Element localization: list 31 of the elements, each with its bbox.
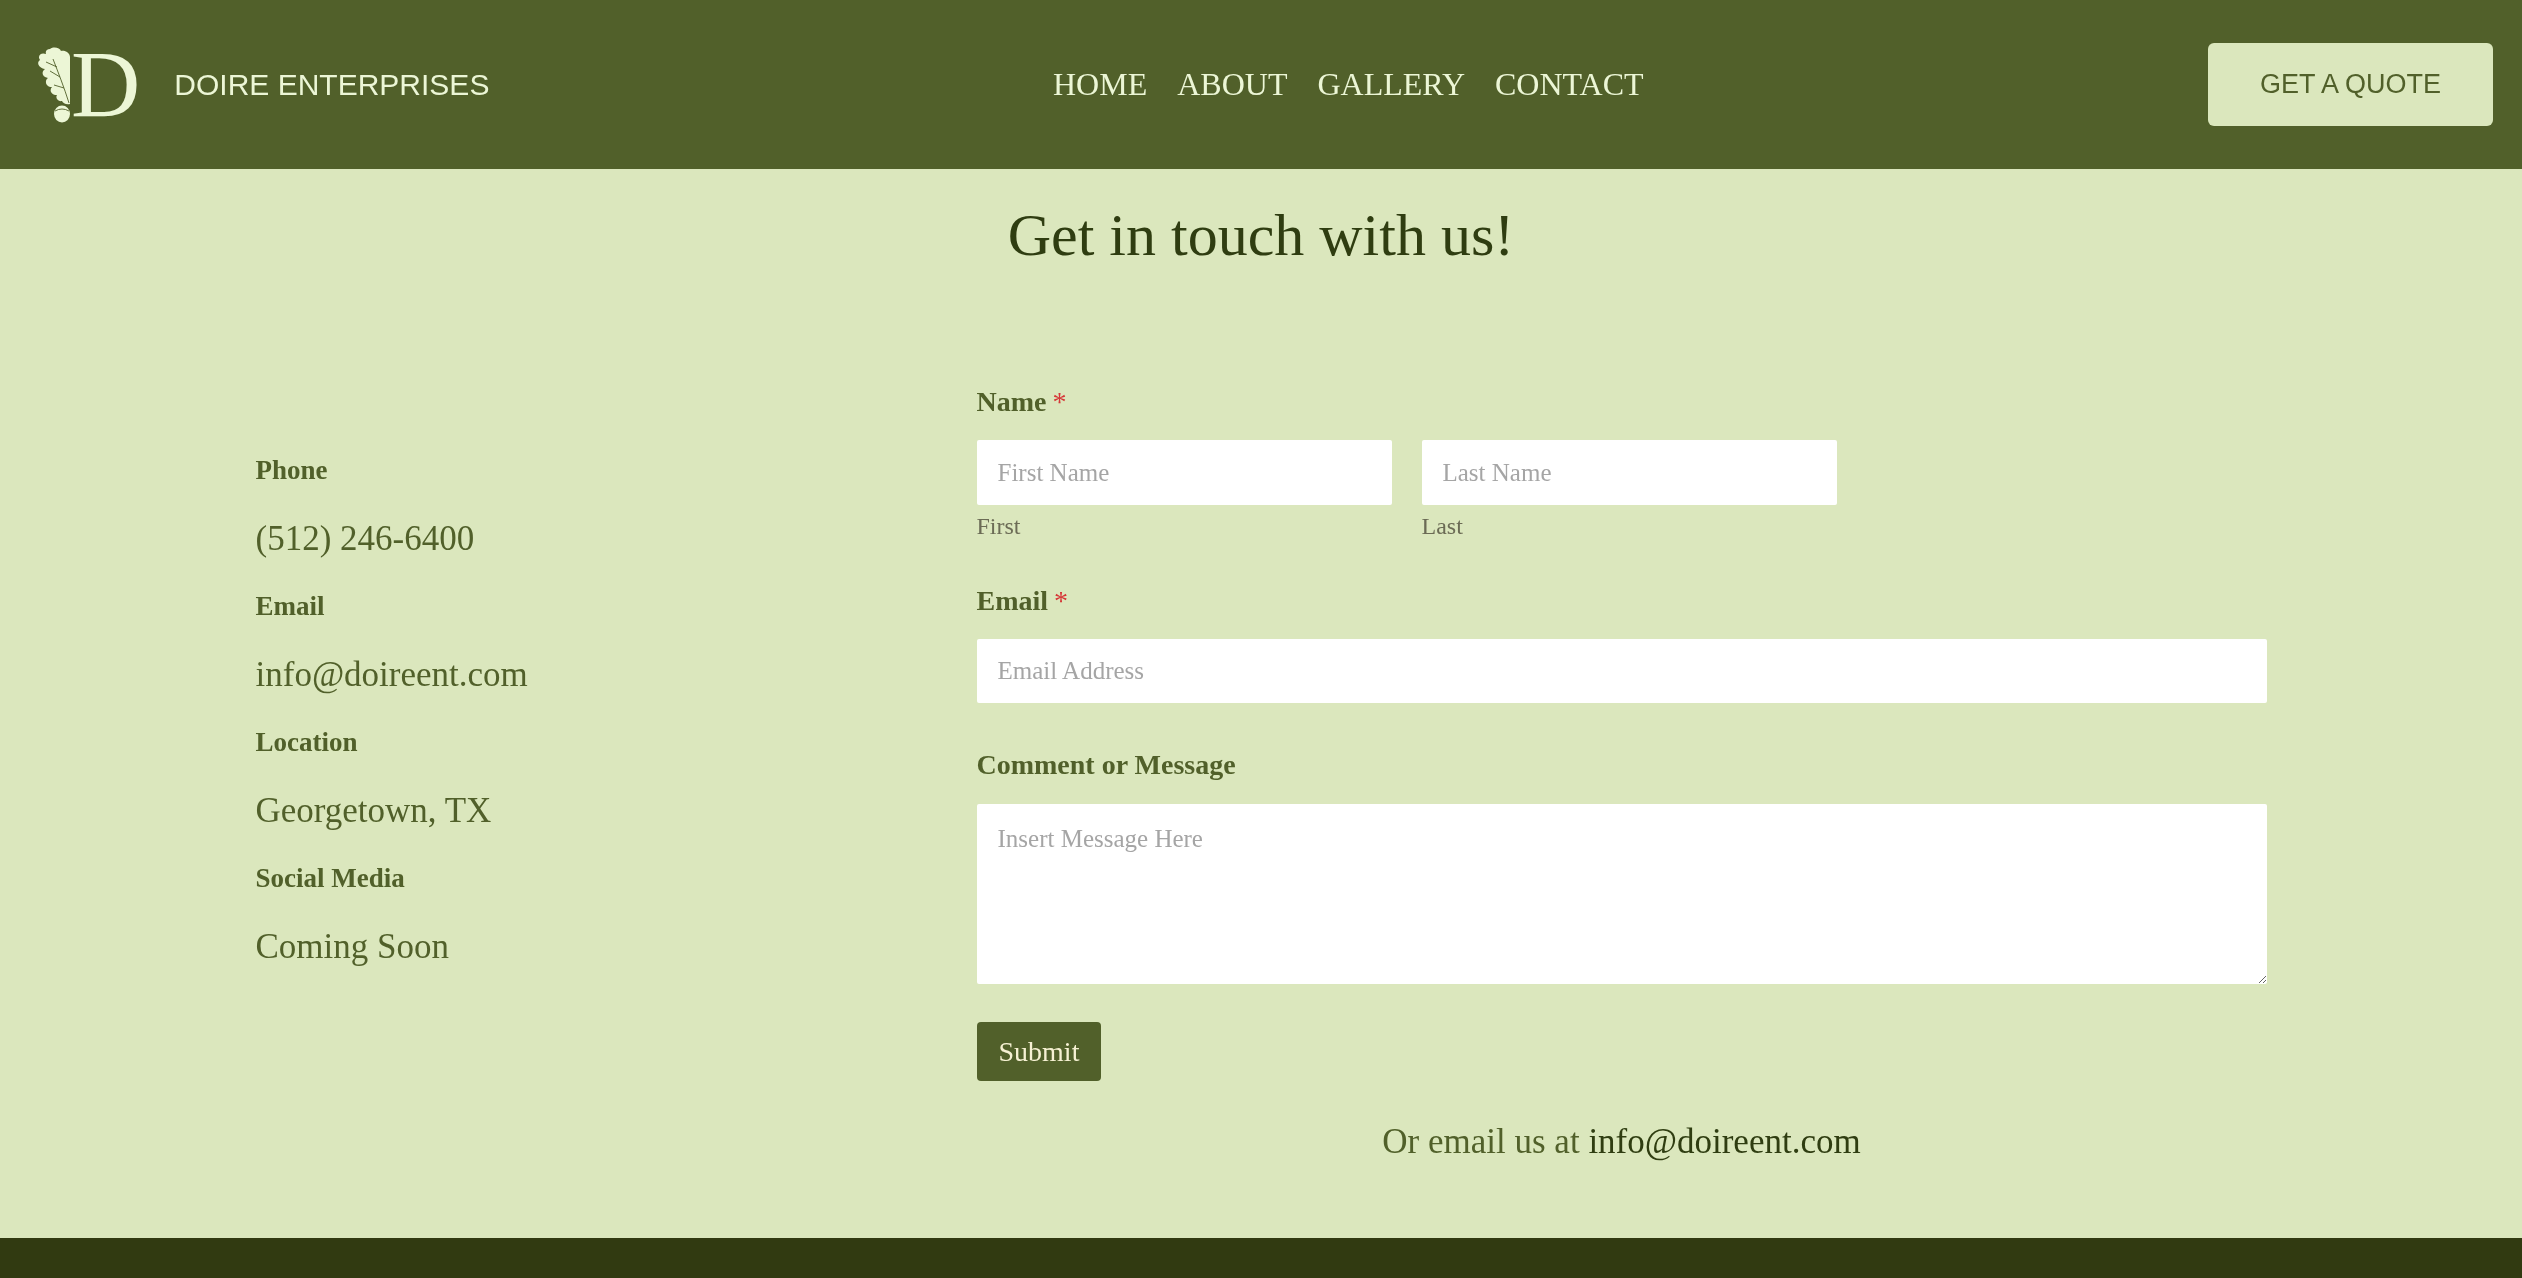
logo-letter: D: [71, 36, 141, 133]
email-link[interactable]: info@doireent.com: [1588, 1122, 1861, 1161]
quote-button[interactable]: GET A QUOTE: [2207, 43, 2493, 126]
name-field[interactable]: Last Name: [1421, 440, 1837, 505]
brand-name: DOIRE ENTERPRISES: [174, 67, 490, 103]
contact-label: Social Media: [255, 862, 406, 894]
field-label: Comment or Message: [976, 749, 1236, 780]
contact-label: Location: [255, 726, 359, 758]
nav-link[interactable]: ABOUT: [1177, 65, 1288, 104]
message-field[interactable]: Insert Message Here: [976, 804, 2267, 984]
field-label: Name: [976, 386, 1047, 417]
contact-value: Georgetown, TX: [255, 790, 493, 832]
required-mark: *: [1054, 585, 1069, 616]
contact-label: Email: [255, 590, 326, 622]
contact-value: Coming Soon: [255, 926, 450, 968]
contact-value: info@doireent.com: [255, 654, 529, 696]
page-title: Get in touch with us!: [1006, 201, 1516, 270]
field-label: Email: [976, 585, 1049, 616]
email-us-text: Or email us at info@doireent.com: [1381, 1121, 1862, 1163]
name-field[interactable]: First Name: [976, 440, 1392, 505]
nav-link[interactable]: GALLERY: [1317, 65, 1465, 104]
submit-button[interactable]: Submit: [976, 1022, 1102, 1081]
contact-value: (512) 246-6400: [255, 518, 476, 560]
required-mark: *: [1052, 386, 1067, 417]
oak-leaf-icon: [36, 46, 72, 123]
nav-link[interactable]: HOME: [1053, 65, 1148, 104]
nav-link[interactable]: CONTACT: [1495, 65, 1644, 104]
contact-label: Phone: [255, 454, 329, 486]
field-sublabel: First: [976, 512, 1022, 541]
field-sublabel: Last: [1421, 512, 1464, 541]
email-field[interactable]: Email Address: [976, 639, 2267, 703]
